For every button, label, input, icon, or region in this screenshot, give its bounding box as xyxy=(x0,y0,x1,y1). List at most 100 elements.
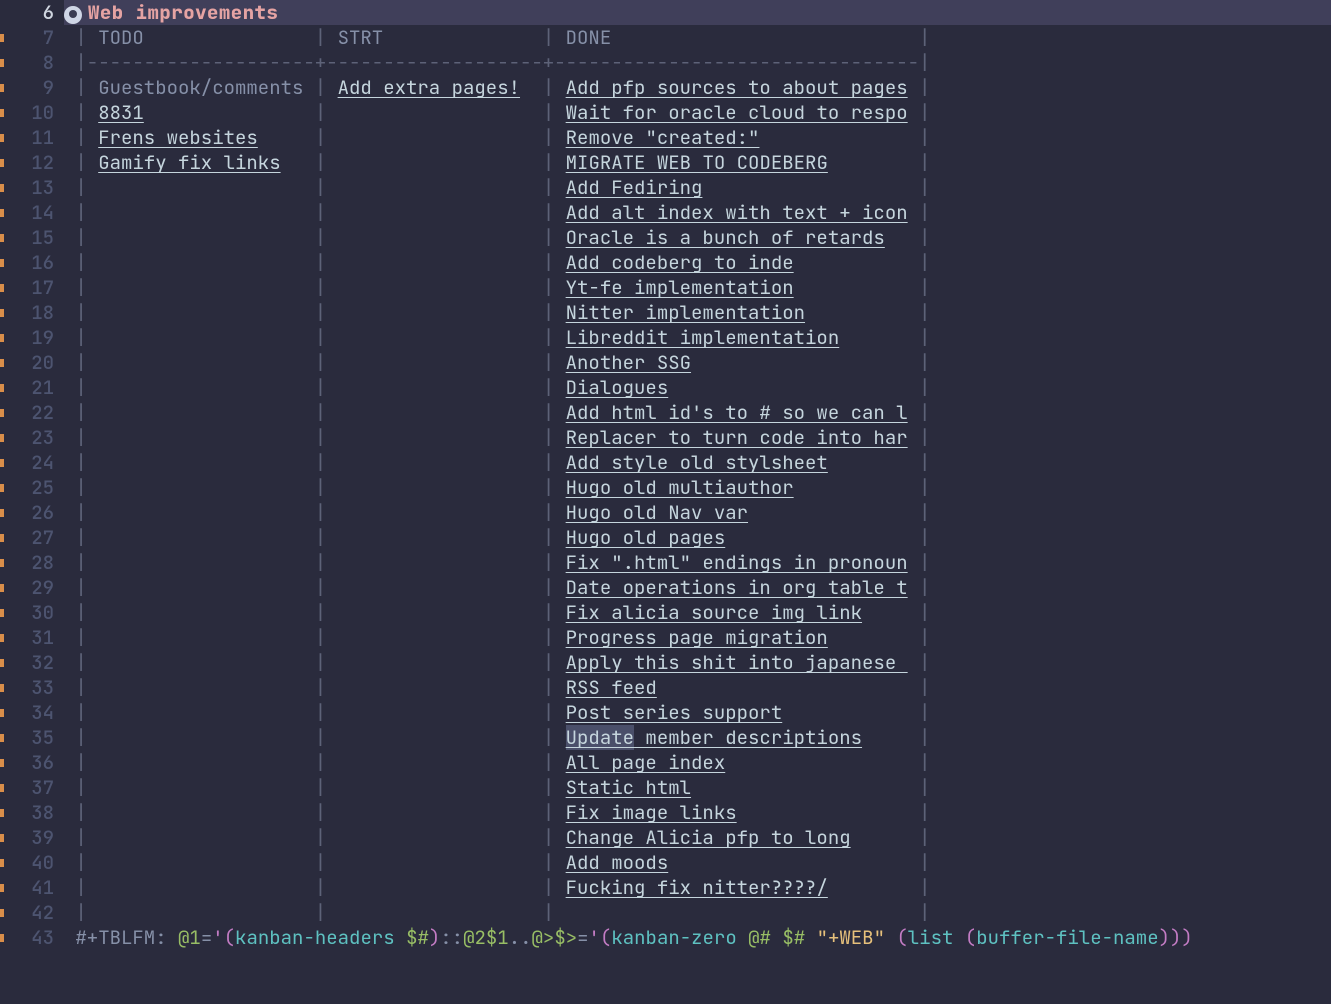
bookmark-icon xyxy=(0,359,4,367)
row-content[interactable]: | | | Apply this shit into japanese | xyxy=(64,650,930,675)
gutter: 7 xyxy=(0,25,64,50)
row-content[interactable]: | | | Hugo old multiauthor | xyxy=(64,475,930,500)
row-content[interactable]: | | | Add html id's to # so we can l | xyxy=(64,400,930,425)
table-row: 28 | | | Fix ".html" endings in pronoun … xyxy=(0,550,1331,575)
row-content[interactable]: | | | Yt-fe implementation | xyxy=(64,275,930,300)
bookmark-icon xyxy=(0,59,4,67)
row-content[interactable]: | | | Add style old stylsheet | xyxy=(64,450,930,475)
table-row: 34 | | | Post series support | xyxy=(0,700,1331,725)
gutter: 28 xyxy=(0,550,64,575)
bookmark-icon xyxy=(0,909,4,917)
line-number: 42 xyxy=(0,900,64,925)
row-content[interactable]: | | | Fucking fix nitter????/ | xyxy=(64,875,930,900)
bookmark-icon xyxy=(0,859,4,867)
row-content[interactable]: | Guestbook/comments | Add extra pages! … xyxy=(64,75,930,100)
table-row: 30 | | | Fix alicia source img link | xyxy=(0,600,1331,625)
table-row: 26 | | | Hugo old Nav var | xyxy=(0,500,1331,525)
bookmark-icon xyxy=(0,84,4,92)
gutter: 36 xyxy=(0,750,64,775)
bookmark-icon xyxy=(0,184,4,192)
heading[interactable]: Web improvements xyxy=(64,0,278,25)
gutter: 17 xyxy=(0,275,64,300)
line-number: 31 xyxy=(0,625,64,650)
table-row: 42 | | | | xyxy=(0,900,1331,925)
table-row: 38 | | | Fix image links | xyxy=(0,800,1331,825)
gutter: 9 xyxy=(0,75,64,100)
row-content[interactable]: | | | Fix ".html" endings in pronoun | xyxy=(64,550,930,575)
gutter: 25 xyxy=(0,475,64,500)
row-content[interactable]: | | | Post series support | xyxy=(64,700,930,725)
row-content[interactable]: | | | Add Fediring | xyxy=(64,175,930,200)
gutter: 34 xyxy=(0,700,64,725)
row-content[interactable]: | Gamify fix links | | MIGRATE WEB TO CO… xyxy=(64,150,930,175)
gutter: 24 xyxy=(0,450,64,475)
line-number: 15 xyxy=(0,225,64,250)
table-row: 39 | | | Change Alicia pfp to long | xyxy=(0,825,1331,850)
table-separator: |--------------------+------------------… xyxy=(64,50,930,75)
row-content[interactable]: | | | Fix alicia source img link | xyxy=(64,600,930,625)
table-row: 36 | | | All page index | xyxy=(0,750,1331,775)
bookmark-icon xyxy=(0,809,4,817)
row-content[interactable]: | | | Add alt index with text + icon | xyxy=(64,200,930,225)
gutter: 29 xyxy=(0,575,64,600)
row-content[interactable]: | | | RSS feed | xyxy=(64,675,930,700)
table-row: 13 | | | Add Fediring | xyxy=(0,175,1331,200)
row-content[interactable]: | | | Add moods | xyxy=(64,850,930,875)
gutter: 14 xyxy=(0,200,64,225)
line-number: 38 xyxy=(0,800,64,825)
row-content[interactable]: | | | Hugo old pages | xyxy=(64,525,930,550)
gutter: 18 xyxy=(0,300,64,325)
fold-icon[interactable] xyxy=(64,6,82,24)
line-number: 21 xyxy=(0,375,64,400)
line-number: 17 xyxy=(0,275,64,300)
row-content[interactable]: | | | Another SSG | xyxy=(64,350,930,375)
row-content[interactable]: | | | All page index | xyxy=(64,750,930,775)
row-content[interactable]: | | | Update member descriptions | xyxy=(64,725,930,750)
row-content[interactable]: | | | Oracle is a bunch of retards | xyxy=(64,225,930,250)
bookmark-icon xyxy=(0,234,4,242)
bookmark-icon xyxy=(0,459,4,467)
line-number: 34 xyxy=(0,700,64,725)
bookmark-icon xyxy=(0,309,4,317)
table-row: 11 | Frens websites | | Remove "created:… xyxy=(0,125,1331,150)
line-number: 11 xyxy=(0,125,64,150)
bookmark-icon xyxy=(0,759,4,767)
gutter: 27 xyxy=(0,525,64,550)
row-content[interactable]: | | | Hugo old Nav var | xyxy=(64,500,930,525)
row-content[interactable]: | Frens websites | | Remove "created:" | xyxy=(64,125,930,150)
row-content[interactable]: | | | Nitter implementation | xyxy=(64,300,930,325)
gutter: 21 xyxy=(0,375,64,400)
line-number: 26 xyxy=(0,500,64,525)
row-content[interactable]: | | | Libreddit implementation | xyxy=(64,325,930,350)
table-row: 32 | | | Apply this shit into japanese | xyxy=(0,650,1331,675)
line-number: 19 xyxy=(0,325,64,350)
line-number: 41 xyxy=(0,875,64,900)
row-content[interactable]: | | | Replacer to turn code into har | xyxy=(64,425,930,450)
row-content[interactable]: | | | | xyxy=(64,900,930,925)
gutter: 38 xyxy=(0,800,64,825)
editor[interactable]: 6Web improvements7 | TODO | STRT | DONE … xyxy=(0,0,1331,950)
gutter: 11 xyxy=(0,125,64,150)
bookmark-icon xyxy=(0,484,4,492)
bookmark-icon xyxy=(0,209,4,217)
table-row: 16 | | | Add codeberg to inde | xyxy=(0,250,1331,275)
row-content[interactable]: | | | Fix image links | xyxy=(64,800,930,825)
row-content[interactable]: | | | Dialogues | xyxy=(64,375,930,400)
bookmark-icon xyxy=(0,684,4,692)
row-content[interactable]: | | | Static html | xyxy=(64,775,930,800)
line-number: 12 xyxy=(0,150,64,175)
line-number: 14 xyxy=(0,200,64,225)
table-row: 40 | | | Add moods | xyxy=(0,850,1331,875)
row-content[interactable]: | | | Date operations in org table t | xyxy=(64,575,930,600)
table-row: 37 | | | Static html | xyxy=(0,775,1331,800)
gutter: 20 xyxy=(0,350,64,375)
row-content[interactable]: | | | Add codeberg to inde | xyxy=(64,250,930,275)
line-number: 25 xyxy=(0,475,64,500)
table-row: 20 | | | Another SSG | xyxy=(0,350,1331,375)
bookmark-icon xyxy=(0,159,4,167)
line-number: 39 xyxy=(0,825,64,850)
table-row: 23 | | | Replacer to turn code into har … xyxy=(0,425,1331,450)
row-content[interactable]: | | | Change Alicia pfp to long | xyxy=(64,825,930,850)
row-content[interactable]: | | | Progress page migration | xyxy=(64,625,930,650)
row-content[interactable]: | 8831 | | Wait for oracle cloud to resp… xyxy=(64,100,930,125)
